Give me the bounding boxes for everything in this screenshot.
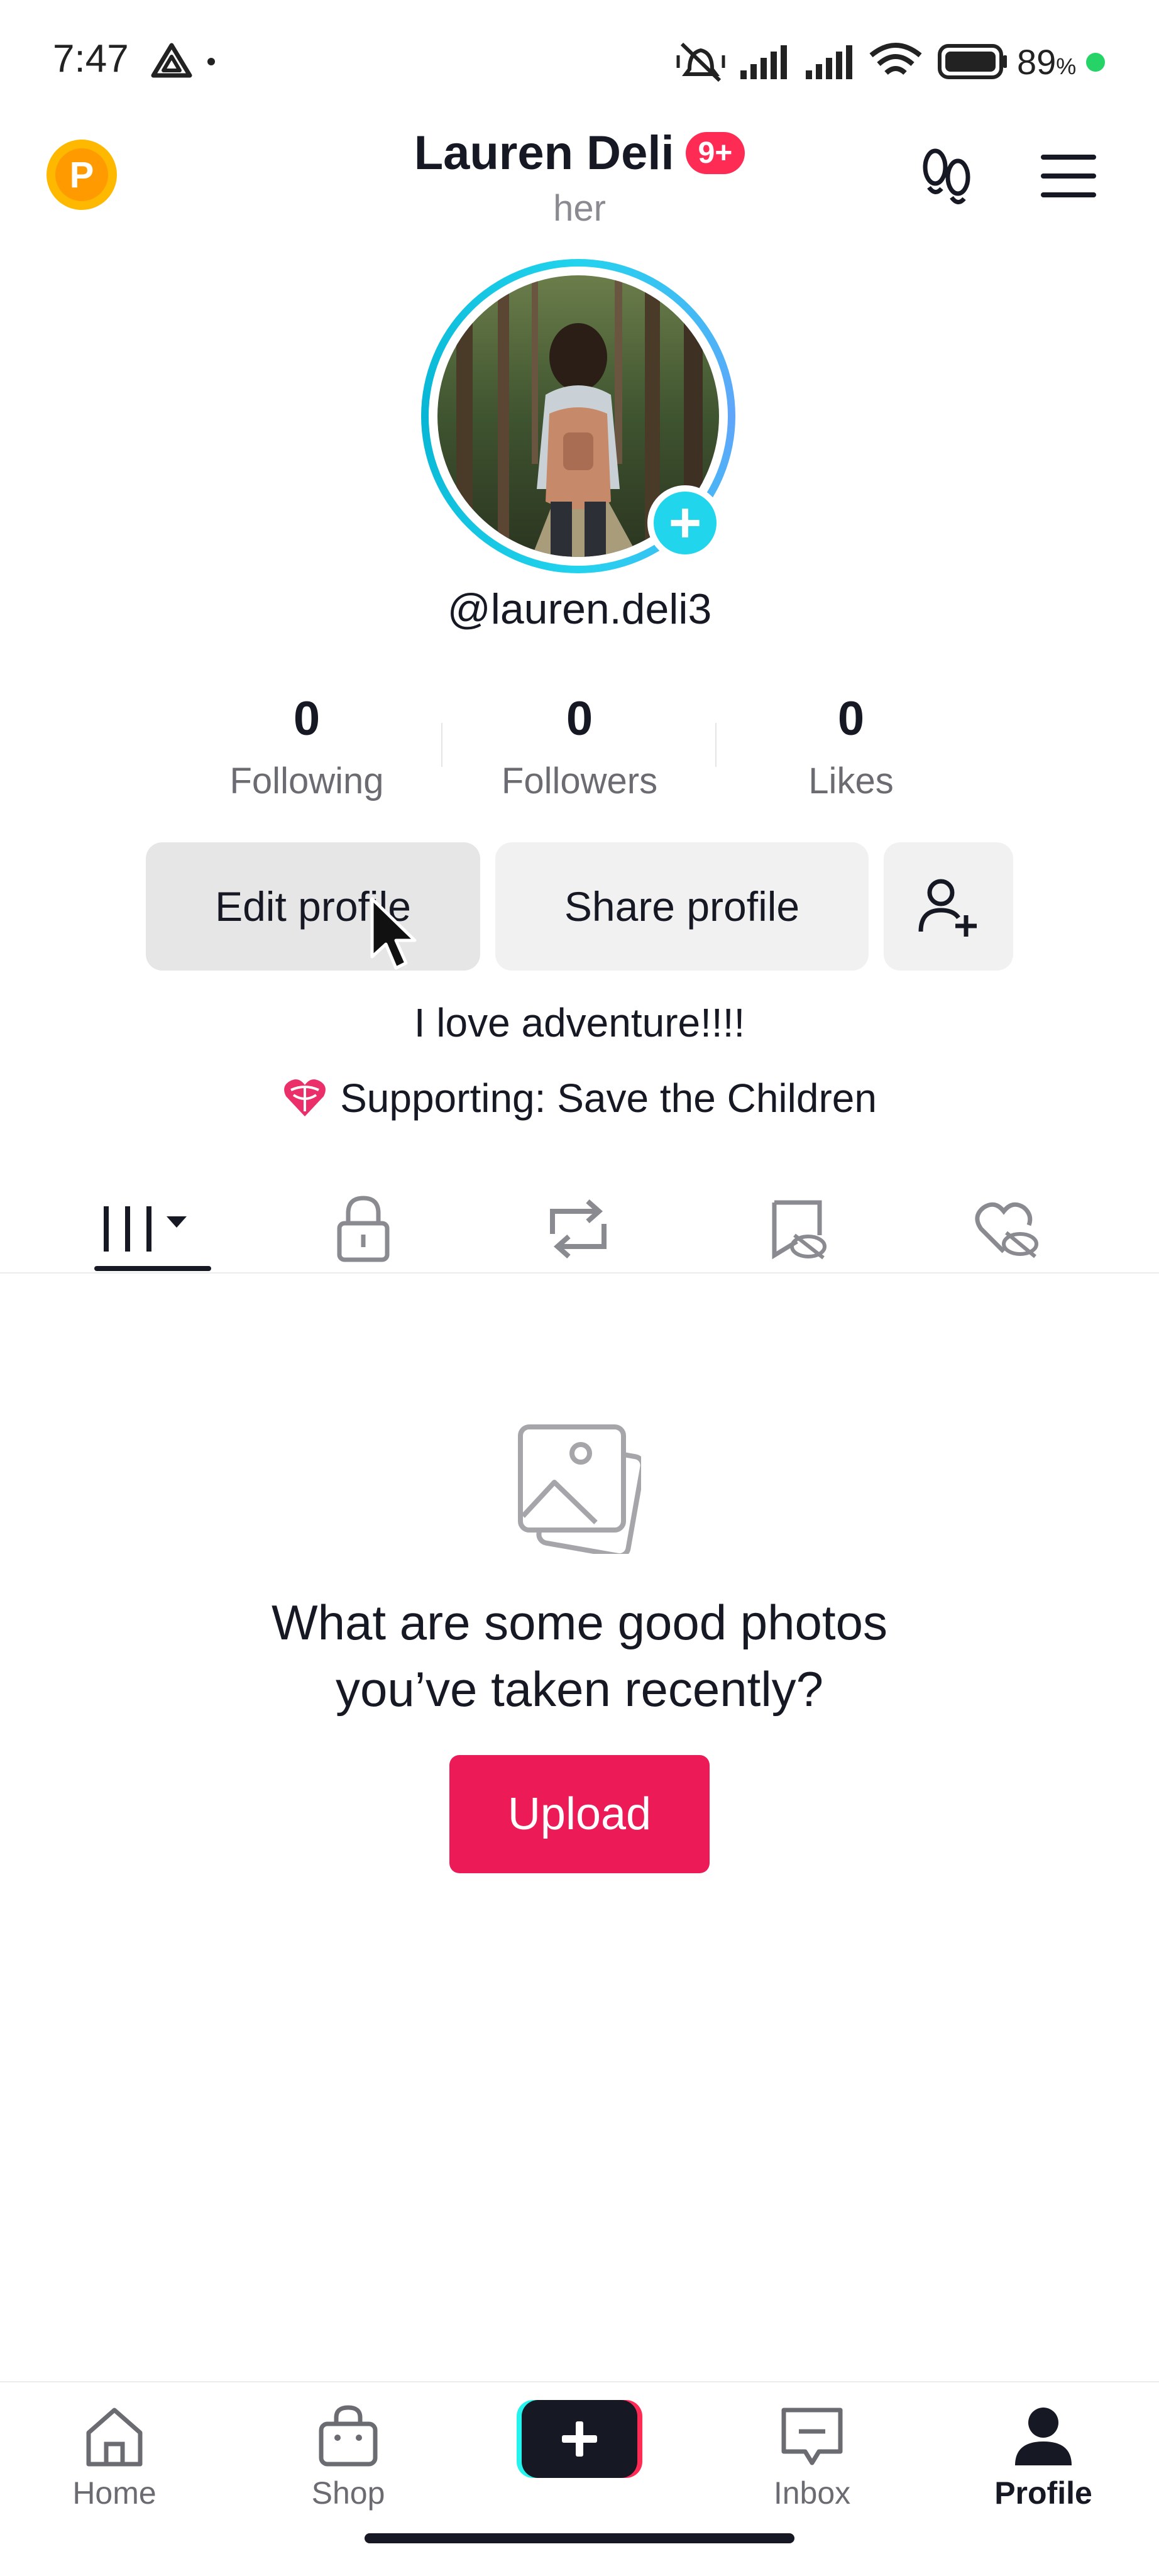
tab-private[interactable] bbox=[300, 1182, 426, 1276]
edit-profile-button[interactable]: Edit profile bbox=[146, 842, 480, 971]
add-user-icon bbox=[918, 879, 977, 937]
nav-inbox[interactable]: Inbox bbox=[737, 2405, 887, 2511]
menu-icon[interactable] bbox=[1038, 152, 1099, 200]
battery-icon bbox=[938, 44, 1007, 79]
upload-button[interactable]: Upload bbox=[449, 1755, 710, 1873]
share-profile-button[interactable]: Share profile bbox=[495, 842, 869, 971]
active-tab-indicator bbox=[94, 1266, 211, 1271]
supporting-text: Supporting: Save the Children bbox=[340, 1076, 877, 1121]
stat-following[interactable]: 0 Following bbox=[212, 691, 401, 802]
drive-icon bbox=[151, 43, 192, 78]
stat-likes[interactable]: 0 Likes bbox=[757, 691, 945, 802]
private-lock-icon bbox=[337, 1196, 390, 1262]
signal-icon-1 bbox=[740, 45, 787, 79]
following-label: Following bbox=[229, 761, 384, 801]
nav-inbox-label: Inbox bbox=[773, 2475, 851, 2511]
mouse-cursor-icon bbox=[370, 897, 417, 970]
notification-dot bbox=[207, 58, 215, 65]
likes-count: 0 bbox=[837, 692, 865, 746]
inbox-icon bbox=[781, 2408, 843, 2465]
status-time: 7:47 bbox=[53, 37, 129, 80]
videos-grid-icon bbox=[104, 1206, 187, 1252]
stat-followers[interactable]: 0 Followers bbox=[485, 691, 674, 802]
signal-icon-2 bbox=[806, 45, 852, 79]
empty-state-title: What are some good photos you’ve taken r… bbox=[272, 1595, 887, 1717]
charging-dot bbox=[1086, 53, 1105, 72]
photos-icon bbox=[518, 1424, 641, 1554]
home-indicator[interactable] bbox=[365, 2533, 794, 2543]
tab-favorites[interactable] bbox=[734, 1182, 860, 1276]
bio-text: I love adventure!!!! bbox=[414, 1000, 745, 1045]
following-count: 0 bbox=[293, 692, 321, 746]
heart-globe-icon bbox=[284, 1079, 326, 1116]
nav-shop-label: Shop bbox=[311, 2475, 385, 2511]
nav-home[interactable]: Home bbox=[39, 2405, 190, 2511]
home-icon bbox=[86, 2408, 143, 2467]
create-button[interactable] bbox=[517, 2395, 642, 2483]
footprint-icon[interactable] bbox=[915, 145, 978, 207]
stat-divider bbox=[715, 723, 717, 767]
profile-name[interactable]: Lauren Deli bbox=[414, 126, 674, 180]
battery-percent: 89% bbox=[1017, 42, 1077, 82]
tabs-divider bbox=[0, 1272, 1159, 1274]
tab-repost[interactable] bbox=[515, 1182, 641, 1276]
likes-label: Likes bbox=[808, 761, 894, 801]
followers-count: 0 bbox=[566, 692, 593, 746]
add-friend-button[interactable] bbox=[884, 842, 1013, 971]
nav-home-label: Home bbox=[72, 2475, 157, 2511]
mute-vibrate-icon bbox=[676, 42, 725, 82]
shopping-bag-icon bbox=[319, 2405, 378, 2467]
nav-shop[interactable]: Shop bbox=[273, 2405, 424, 2511]
tab-liked[interactable] bbox=[944, 1182, 1070, 1276]
followers-label: Followers bbox=[501, 761, 658, 801]
plus-icon: + bbox=[668, 491, 702, 554]
liked-hidden-icon bbox=[975, 1202, 1038, 1258]
profile-name-row: Lauren Deli 9+ bbox=[0, 126, 1159, 180]
wifi-icon bbox=[869, 43, 922, 75]
stat-divider bbox=[441, 723, 442, 767]
profile-tabs bbox=[0, 1182, 1159, 1276]
repost-icon bbox=[550, 1199, 607, 1258]
nav-profile[interactable]: Profile bbox=[968, 2405, 1119, 2511]
username: @lauren.deli3 bbox=[447, 585, 712, 633]
pronouns: her bbox=[553, 188, 606, 229]
notification-badge: 9+ bbox=[685, 132, 745, 174]
tab-videos[interactable] bbox=[88, 1182, 214, 1276]
favorites-hidden-icon bbox=[772, 1200, 827, 1260]
nav-profile-label: Profile bbox=[994, 2475, 1092, 2511]
supporting-row[interactable]: Supporting: Save the Children bbox=[0, 1075, 1159, 1121]
profile-icon bbox=[1015, 2408, 1072, 2465]
add-avatar-button[interactable]: + bbox=[647, 485, 723, 561]
